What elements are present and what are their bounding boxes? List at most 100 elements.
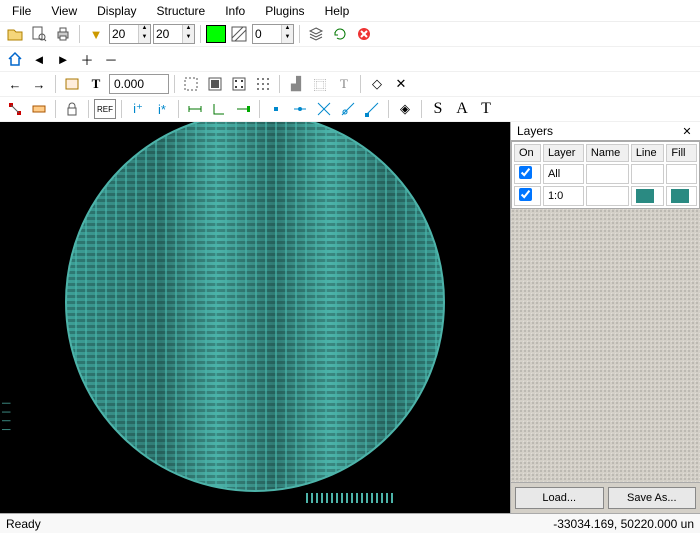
zoom-out-icon[interactable]: － <box>100 49 122 69</box>
snap-edge-icon[interactable] <box>337 99 359 119</box>
home-icon[interactable] <box>4 49 26 69</box>
point-tool-icon[interactable] <box>4 99 26 119</box>
layer-line-swatch[interactable] <box>631 186 665 206</box>
col-layer[interactable]: Layer <box>543 144 584 162</box>
hatch-icon[interactable] <box>228 24 250 44</box>
rect-tool-icon[interactable] <box>61 74 83 94</box>
down-arrow-icon[interactable]: ▼ <box>138 34 150 43</box>
s-tool-icon[interactable]: S <box>427 99 449 119</box>
vertex-diamond-icon[interactable]: ◈ <box>394 99 416 119</box>
zoom-in-icon[interactable]: ＋ <box>76 49 98 69</box>
ref-icon[interactable]: REF <box>94 99 116 119</box>
save-as-button[interactable]: Save As... <box>608 487 697 509</box>
up-arrow-icon[interactable]: ▲ <box>182 25 194 34</box>
menu-help[interactable]: Help <box>317 2 358 20</box>
grid-y-spinbox[interactable]: ▲▼ <box>153 24 195 44</box>
layer-name <box>586 186 629 206</box>
up-arrow-icon[interactable]: ▲ <box>138 25 150 34</box>
nav-right-icon[interactable]: ► <box>52 49 74 69</box>
grid-x-spinbox[interactable]: ▲▼ <box>109 24 151 44</box>
toolbar-row-2: ◄ ► ＋ － <box>0 47 700 72</box>
select-rect-icon[interactable] <box>180 74 202 94</box>
snap-mid-icon[interactable] <box>289 99 311 119</box>
col-fill[interactable]: Fill <box>666 144 697 162</box>
up-arrow-icon[interactable]: ▲ <box>281 25 293 34</box>
layer-name <box>586 164 629 184</box>
text-align-icon[interactable]: T <box>333 74 355 94</box>
move-right-icon[interactable]: → <box>28 74 50 94</box>
print-preview-icon[interactable] <box>28 24 50 44</box>
fill-color-swatch[interactable] <box>206 25 226 43</box>
group-tool-icon[interactable]: ⿴ <box>309 74 331 94</box>
menu-display[interactable]: Display <box>89 2 144 20</box>
layer-spinbox[interactable]: ▲▼ <box>252 24 294 44</box>
snap-cross-icon[interactable] <box>313 99 335 119</box>
layers-panel: Layers ✕ On Layer Name Line Fill All <box>510 122 700 513</box>
print-icon[interactable] <box>52 24 74 44</box>
toolbar-row-3: ← → T 0.000 ▟ ⿴ T ◇ ✕ <box>0 72 700 97</box>
layer-fill-swatch[interactable] <box>666 186 697 206</box>
measure-h-icon[interactable] <box>184 99 206 119</box>
layer-visible-checkbox[interactable] <box>519 166 532 179</box>
table-row[interactable]: All <box>514 164 697 184</box>
layout-canvas[interactable]: | | | | <box>0 122 510 513</box>
edge-tool-icon[interactable] <box>28 99 50 119</box>
select-dots-icon[interactable] <box>228 74 250 94</box>
status-text: Ready <box>6 517 41 531</box>
layer-fill-swatch[interactable] <box>666 164 697 184</box>
col-line[interactable]: Line <box>631 144 665 162</box>
cancel-icon[interactable] <box>353 24 375 44</box>
grid-x-input[interactable] <box>110 26 138 42</box>
down-arrow-icon[interactable]: ▼ <box>281 34 293 43</box>
grid-y-input[interactable] <box>154 26 182 42</box>
snap-end-icon[interactable] <box>361 99 383 119</box>
delete-icon[interactable]: ✕ <box>390 74 412 94</box>
layers-table: On Layer Name Line Fill All 1:0 <box>511 141 700 209</box>
menu-view[interactable]: View <box>43 2 85 20</box>
coord-display[interactable]: 0.000 <box>109 74 169 94</box>
menubar: File View Display Structure Info Plugins… <box>0 0 700 22</box>
menu-info[interactable]: Info <box>217 2 253 20</box>
col-on[interactable]: On <box>514 144 541 162</box>
refresh-icon[interactable] <box>329 24 351 44</box>
layers-panel-title: Layers ✕ <box>511 122 700 141</box>
select-grid-icon[interactable] <box>252 74 274 94</box>
snap-point-icon[interactable] <box>265 99 287 119</box>
align-tool-icon[interactable]: ▟ <box>285 74 307 94</box>
text-tool-icon[interactable]: T <box>85 74 107 94</box>
menu-structure[interactable]: Structure <box>149 2 214 20</box>
load-button[interactable]: Load... <box>515 487 604 509</box>
table-row[interactable]: 1:0 <box>514 186 697 206</box>
close-icon[interactable]: ✕ <box>680 124 694 138</box>
coordinates-display: -33034.169, 50220.000 un <box>553 517 694 531</box>
t-tool-icon[interactable]: T <box>475 99 497 119</box>
menu-plugins[interactable]: Plugins <box>257 2 312 20</box>
layer-input[interactable] <box>253 26 281 42</box>
menu-file[interactable]: File <box>4 2 39 20</box>
down-arrow-icon[interactable]: ▼ <box>182 34 194 43</box>
open-icon[interactable] <box>4 24 26 44</box>
lock-icon[interactable] <box>61 99 83 119</box>
nav-left-icon[interactable]: ◄ <box>28 49 50 69</box>
a-tool-icon[interactable]: A <box>451 99 473 119</box>
info-plus-icon[interactable]: i⁺ <box>127 99 149 119</box>
layer-visible-checkbox[interactable] <box>519 188 532 201</box>
filter-icon[interactable]: ▼ <box>85 24 107 44</box>
axis-ticks: | | | | <box>2 402 12 433</box>
barcode-pattern <box>306 493 396 503</box>
layers-empty-area <box>511 209 700 482</box>
toolbar-row-4: REF i⁺ i* ◈ S A T <box>0 97 700 122</box>
select-filled-icon[interactable] <box>204 74 226 94</box>
measure-end-icon[interactable] <box>232 99 254 119</box>
diamond-icon[interactable]: ◇ <box>366 74 388 94</box>
layer-line-swatch[interactable] <box>631 164 665 184</box>
main-area: | | | | Layers ✕ On Layer Name Line Fill… <box>0 122 700 513</box>
statusbar: Ready -33034.169, 50220.000 un <box>0 513 700 533</box>
move-left-icon[interactable]: ← <box>4 74 26 94</box>
col-name[interactable]: Name <box>586 144 629 162</box>
info-star-icon[interactable]: i* <box>151 99 173 119</box>
layers-stack-icon[interactable] <box>305 24 327 44</box>
wafer-layout <box>65 122 445 492</box>
measure-corner-icon[interactable] <box>208 99 230 119</box>
toolbar-row-1: ▼ ▲▼ ▲▼ ▲▼ <box>0 22 700 47</box>
